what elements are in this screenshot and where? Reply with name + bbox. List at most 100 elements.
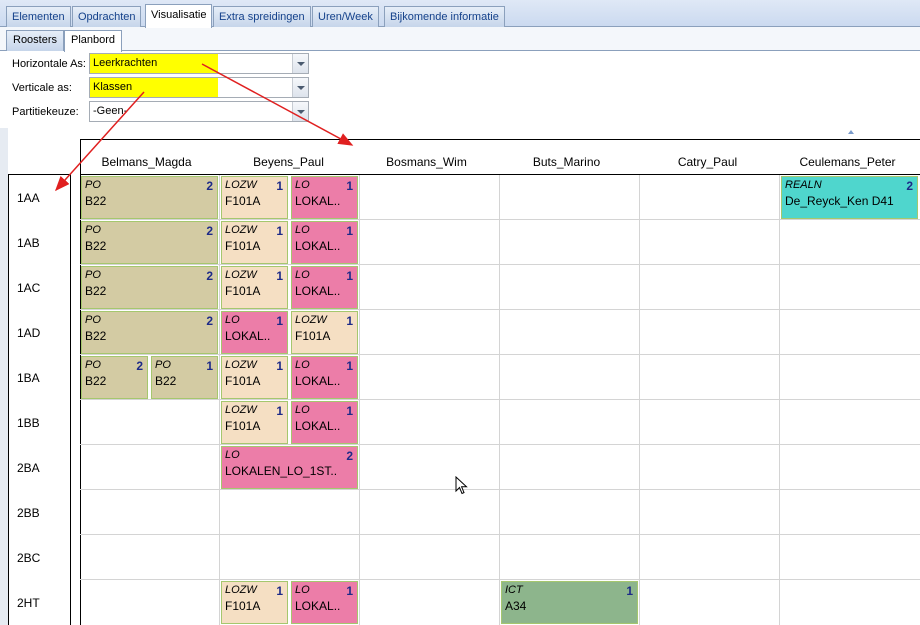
grid-line [639, 175, 640, 625]
lesson-code: ICT [505, 584, 523, 596]
partition-value: -Geen- [93, 105, 128, 117]
tab-uren-week[interactable]: Uren/Week [312, 6, 379, 27]
sub-tab-strip: Roosters Planbord [0, 27, 920, 52]
lesson-code: PO [85, 359, 101, 371]
lesson-card[interactable]: PO 2 B22 [81, 266, 218, 309]
chevron-down-icon[interactable] [292, 54, 308, 73]
lesson-card[interactable]: LOZW 1 F101A [291, 311, 358, 354]
lesson-room: LOKAL.. [295, 194, 341, 208]
lesson-card[interactable]: LO 2 LOKALEN_LO_1ST.. [221, 446, 358, 489]
row-header[interactable]: 1AD [17, 326, 40, 340]
grid-line [80, 354, 920, 355]
lesson-code: LO [295, 359, 310, 371]
lesson-card[interactable]: LOZW 1 F101A [221, 401, 288, 444]
lesson-count: 1 [346, 269, 353, 283]
lesson-count: 1 [206, 359, 213, 373]
lesson-code: LOZW [225, 584, 257, 596]
tab-planbord[interactable]: Planbord [64, 30, 123, 52]
lesson-room: A34 [505, 599, 527, 613]
lesson-count: 1 [346, 404, 353, 418]
lesson-count: 1 [346, 314, 353, 328]
lesson-room: LOKAL.. [225, 329, 271, 343]
row-header[interactable]: 1BB [17, 416, 40, 430]
lesson-count: 1 [276, 224, 283, 238]
row-header[interactable]: 2HT [17, 596, 40, 610]
lesson-card[interactable]: LO 1 LOKAL.. [291, 356, 358, 399]
lesson-room: F101A [225, 284, 261, 298]
lesson-room: LOKAL.. [295, 374, 341, 388]
lesson-count: 2 [346, 449, 353, 463]
lesson-card[interactable]: LO 1 LOKAL.. [291, 176, 358, 219]
column-header[interactable]: Belmans_Magda [80, 155, 213, 171]
lesson-count: 2 [206, 269, 213, 283]
column-header[interactable]: Buts_Marino [500, 155, 633, 171]
lesson-room: LOKAL.. [295, 419, 341, 433]
horizontal-axis-dropdown[interactable]: Leerkrachten [89, 53, 309, 74]
grid-line [80, 219, 920, 220]
row-header[interactable]: 1BA [17, 371, 40, 385]
lesson-code: LOZW [225, 269, 257, 281]
lesson-room: F101A [225, 374, 261, 388]
tab-visualisatie[interactable]: Visualisatie [145, 4, 213, 28]
lesson-card[interactable]: LOZW 1 F101A [221, 221, 288, 264]
row-header[interactable]: 1AB [17, 236, 40, 250]
lesson-card[interactable]: LOZW 1 F101A [221, 356, 288, 399]
column-header[interactable]: Catry_Paul [641, 155, 774, 171]
lesson-code: LOZW [295, 314, 327, 326]
lesson-card[interactable]: LO 1 LOKAL.. [291, 401, 358, 444]
lesson-card[interactable]: LO 1 LOKAL.. [291, 221, 358, 264]
column-header[interactable]: Ceulemans_Peter [781, 155, 914, 171]
lesson-code: LOZW [225, 404, 257, 416]
lesson-code: PO [85, 179, 101, 191]
lesson-card[interactable]: LOZW 1 F101A [221, 581, 288, 624]
lesson-count: 2 [206, 179, 213, 193]
row-header[interactable]: 2BC [17, 551, 40, 565]
lesson-card[interactable]: PO 1 B22 [151, 356, 218, 399]
chevron-down-icon[interactable] [292, 78, 308, 97]
lesson-room: B22 [85, 284, 107, 298]
lesson-card[interactable]: LO 1 LOKAL.. [291, 581, 358, 624]
row-header[interactable]: 1AA [17, 191, 40, 205]
grid-line [80, 489, 920, 490]
tab-opdrachten[interactable]: Opdrachten [72, 6, 142, 27]
row-header[interactable]: 2BB [17, 506, 40, 520]
tab-elementen[interactable]: Elementen [6, 6, 71, 27]
lesson-card[interactable]: LOZW 1 F101A [221, 266, 288, 309]
lesson-card[interactable]: PO 2 B22 [81, 311, 218, 354]
row-header[interactable]: 1AC [17, 281, 40, 295]
header-divider [80, 174, 920, 175]
lesson-card[interactable]: ICT 1 A34 [501, 581, 638, 624]
lesson-code: PO [85, 224, 101, 236]
chevron-down-icon[interactable] [292, 102, 308, 121]
lesson-room: F101A [225, 194, 261, 208]
grid-line [80, 309, 920, 310]
row-header[interactable]: 2BA [17, 461, 40, 475]
column-header[interactable]: Bosmans_Wim [360, 155, 493, 171]
lesson-count: 1 [276, 584, 283, 598]
lesson-room: LOKALEN_LO_1ST.. [225, 464, 338, 478]
lesson-room: LOKAL.. [295, 284, 341, 298]
vertical-axis-dropdown[interactable]: Klassen [89, 77, 309, 98]
lesson-room: B22 [85, 239, 107, 253]
lesson-card[interactable]: LO 1 LOKAL.. [291, 266, 358, 309]
lesson-code: LO [225, 314, 240, 326]
tab-roosters[interactable]: Roosters [6, 30, 65, 51]
tab-extra-spreidingen[interactable]: Extra spreidingen [213, 6, 311, 27]
lesson-card[interactable]: LO 1 LOKAL.. [221, 311, 288, 354]
lesson-card[interactable]: PO 2 B22 [81, 356, 148, 399]
lesson-room: B22 [85, 374, 107, 388]
tab-bijkomende-informatie[interactable]: Bijkomende informatie [384, 6, 505, 27]
lesson-room: B22 [85, 194, 107, 208]
lesson-card[interactable]: REALN 2 De_Reyck_Ken D41 [781, 176, 918, 219]
lesson-code: LO [295, 269, 310, 281]
lesson-card[interactable]: PO 2 B22 [81, 176, 218, 219]
lesson-card[interactable]: LOZW 1 F101A [221, 176, 288, 219]
lesson-code: PO [155, 359, 171, 371]
partition-dropdown[interactable]: -Geen- [89, 101, 309, 122]
grid-line [80, 444, 920, 445]
lesson-code: LOZW [225, 359, 257, 371]
vertical-axis-label: Verticale as: [12, 82, 72, 94]
lesson-card[interactable]: PO 2 B22 [81, 221, 218, 264]
lesson-code: LO [295, 179, 310, 191]
column-header[interactable]: Beyens_Paul [222, 155, 355, 171]
